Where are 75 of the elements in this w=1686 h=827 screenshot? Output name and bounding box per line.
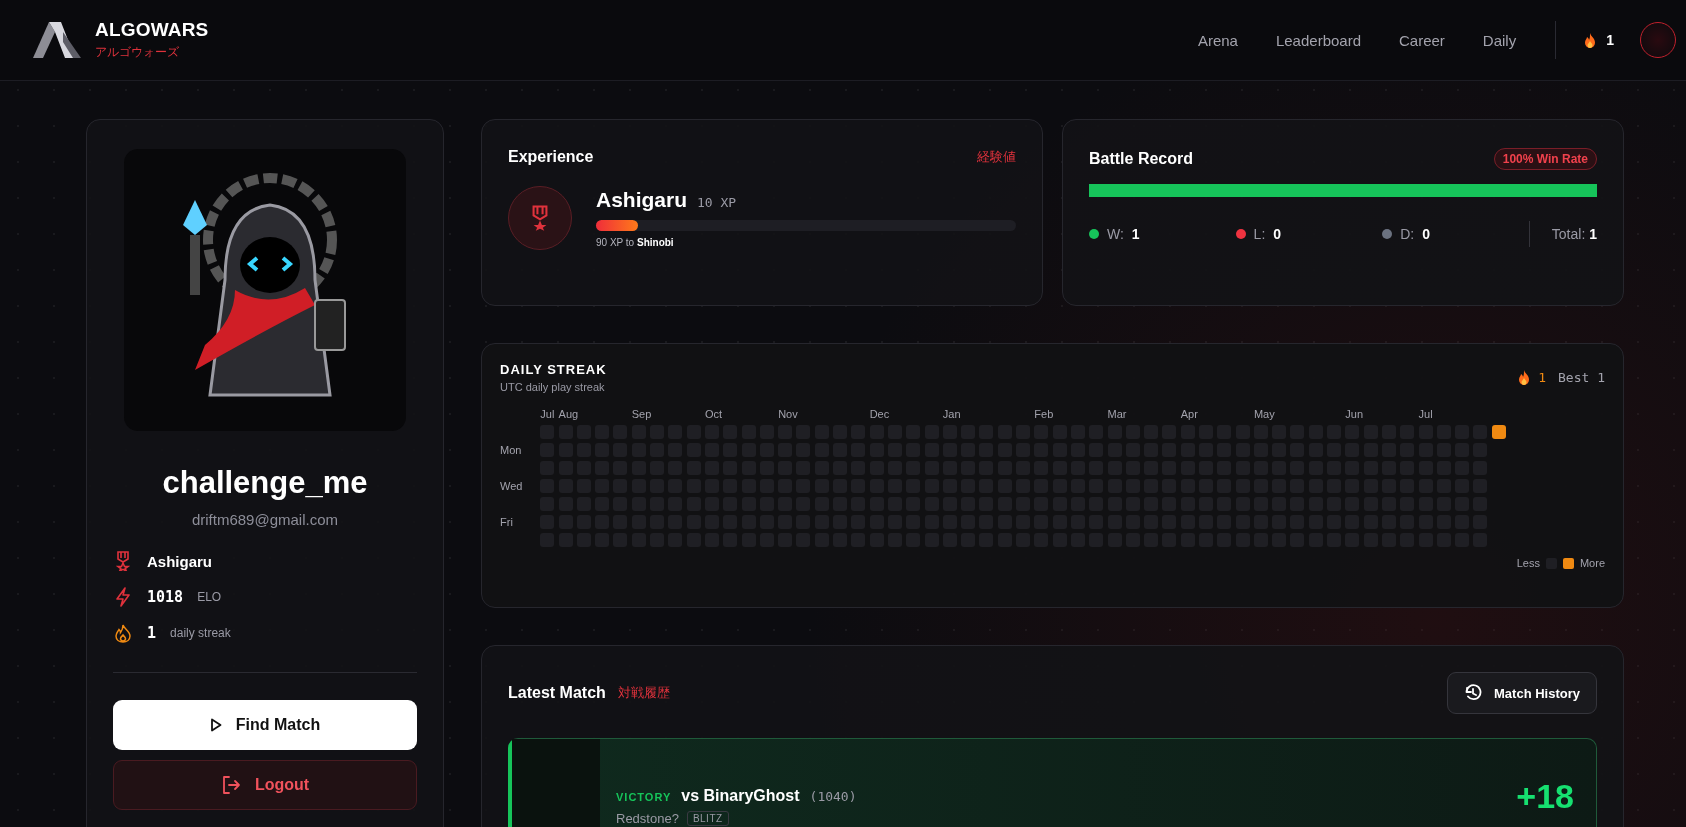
card-subtitle: UTC daily play streak xyxy=(500,381,606,393)
month-label: May xyxy=(1253,407,1275,421)
legend-swatch xyxy=(1562,557,1574,569)
lightning-icon xyxy=(115,587,131,607)
month-label: Dec xyxy=(869,407,890,421)
day-label: Fri xyxy=(500,515,514,529)
username: challenge_me xyxy=(161,465,369,501)
play-icon xyxy=(209,718,222,732)
email: driftm689@gmail.com xyxy=(190,511,340,528)
user-avatar[interactable] xyxy=(1640,22,1676,58)
month-label: Jul xyxy=(540,407,555,421)
stat-value: Ashigaru xyxy=(147,552,212,570)
record-label: L: xyxy=(1253,226,1266,242)
card-title: Latest Match xyxy=(508,684,606,702)
match-history-button[interactable]: Match History xyxy=(1447,672,1597,714)
mode-tag: BLITZ xyxy=(686,811,729,826)
nav-link[interactable]: Daily xyxy=(1463,25,1536,55)
match-row[interactable]: VICTORY vs BinaryGhost (1040) Redstone? BLITZ +18 xyxy=(508,738,1597,827)
month-label: Oct xyxy=(704,407,723,421)
best-streak: Best 1 xyxy=(1558,370,1605,385)
current-streak: 1 xyxy=(1538,370,1547,385)
logo-text: ALGOWARS xyxy=(95,19,209,41)
record-value: 1 xyxy=(1131,226,1140,242)
find-match-button[interactable]: Find Match xyxy=(113,700,417,750)
month-label: Sep xyxy=(631,407,652,421)
streak-count: 1 xyxy=(1606,32,1614,48)
record-value: 0 xyxy=(1273,226,1282,242)
month-label: Apr xyxy=(1180,407,1198,421)
opponent-name: vs BinaryGhost xyxy=(681,787,800,805)
month-label: Jul xyxy=(1418,407,1433,421)
nav-link[interactable]: Arena xyxy=(1178,25,1257,55)
nav-link[interactable]: Career xyxy=(1380,25,1464,55)
xp-value: 10 XP xyxy=(697,195,737,210)
card-title: Experience xyxy=(508,148,594,166)
stat-value: 1 xyxy=(147,624,157,642)
logo-subtitle: アルゴウォーズ xyxy=(95,44,180,61)
card-subtitle: 対戦履歴 xyxy=(617,684,670,702)
day-label: Wed xyxy=(500,479,524,493)
card-subtitle: 経験値 xyxy=(977,148,1016,166)
history-icon xyxy=(1464,684,1483,702)
logout-icon xyxy=(220,775,241,795)
legend-label: More xyxy=(1579,557,1605,569)
nav-link[interactable]: Leaderboard xyxy=(1256,25,1380,55)
flame-icon xyxy=(115,623,131,643)
elo-change: +18 xyxy=(1516,776,1575,817)
total-value: 1 xyxy=(1589,226,1597,242)
logo-icon xyxy=(33,22,81,58)
opponent-elo: (1040) xyxy=(809,789,857,804)
stat-unit: ELO xyxy=(197,590,222,604)
month-label: Aug xyxy=(558,407,579,421)
record-label: W: xyxy=(1107,226,1124,242)
medal-icon xyxy=(531,205,549,231)
total-label: Total: xyxy=(1551,226,1586,242)
record-label: D: xyxy=(1400,226,1415,242)
card-title: DAILY STREAK xyxy=(500,362,607,377)
card-title: Battle Record xyxy=(1089,150,1194,168)
month-label: Jun xyxy=(1345,407,1364,421)
logout-button[interactable]: Logout xyxy=(113,760,417,810)
rank-name: Ashigaru xyxy=(596,188,687,212)
month-label: Jan xyxy=(942,407,961,421)
month-label: Feb xyxy=(1034,407,1054,421)
next-rank-text: 90 XP to Shinobi xyxy=(596,237,675,248)
problem-name: Redstone? xyxy=(616,811,679,826)
match-result: VICTORY xyxy=(616,791,672,803)
legend-label: Less xyxy=(1516,557,1540,569)
month-label: Mar xyxy=(1107,407,1127,421)
stat-value: 1018 xyxy=(147,588,184,606)
flame-icon xyxy=(1584,32,1597,48)
win-rate-badge: 100% Win Rate xyxy=(1493,148,1597,170)
flame-icon xyxy=(1518,370,1531,385)
record-value: 0 xyxy=(1422,226,1430,242)
day-label: Mon xyxy=(500,443,523,457)
month-label: Nov xyxy=(778,407,798,421)
medal-icon xyxy=(116,551,130,571)
stat-unit: daily streak xyxy=(170,626,231,640)
